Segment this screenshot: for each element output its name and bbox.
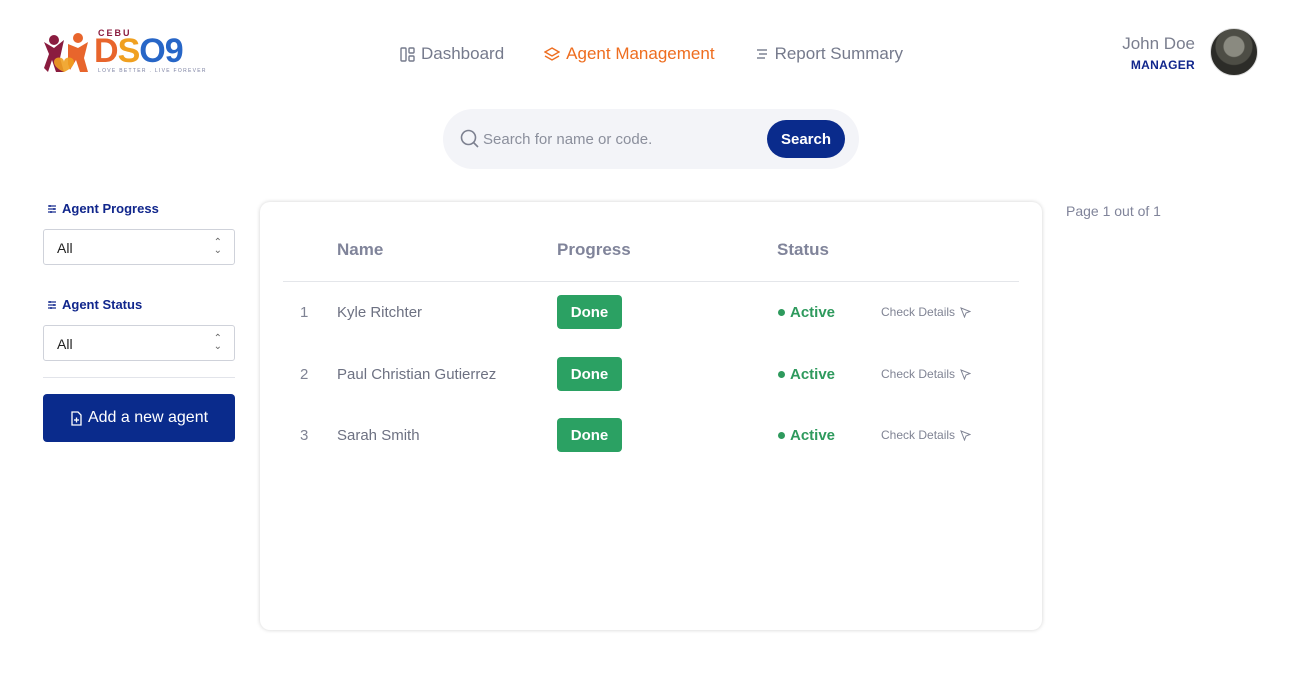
column-header-status[interactable]: Status xyxy=(777,240,829,260)
nav-dashboard-label: Dashboard xyxy=(421,44,505,63)
row-number: 3 xyxy=(300,427,309,444)
agent-progress-select[interactable]: All ⌃ ⌄ xyxy=(43,229,235,265)
logo-letter: S xyxy=(117,32,141,70)
agent-status-select[interactable]: All ⌃ ⌄ xyxy=(43,325,235,361)
agent-name: Paul Christian Gutierrez xyxy=(337,366,497,383)
select-chevron-icon: ⌃ ⌄ xyxy=(213,237,222,256)
logo-letter: O xyxy=(139,32,165,70)
check-details-link[interactable]: Check Details xyxy=(881,305,972,319)
sidebar-divider xyxy=(43,377,235,378)
search-icon xyxy=(460,129,479,148)
table-header-divider xyxy=(283,281,1019,282)
status-dot-icon xyxy=(778,432,785,439)
table-row: 2 Paul Christian Gutierrez Done Active C… xyxy=(260,355,1042,395)
dashboard-icon xyxy=(400,46,415,62)
progress-badge: Done xyxy=(557,357,622,391)
table-row: 1 Kyle Ritchter Done Active Check Detail… xyxy=(260,293,1042,333)
pagination-info: Page 1 out of 1 xyxy=(1066,203,1161,219)
layers-icon xyxy=(544,46,561,61)
agent-name: Kyle Ritchter xyxy=(337,304,423,321)
cursor-pointer-icon xyxy=(960,429,972,441)
status-text: Active xyxy=(790,304,836,321)
progress-badge: Done xyxy=(557,295,622,329)
add-file-icon xyxy=(71,410,82,426)
search-button[interactable]: Search xyxy=(767,120,845,158)
progress-badge: Done xyxy=(557,418,622,452)
search-input[interactable] xyxy=(483,125,763,153)
nav-report-summary-label: Report Summary xyxy=(774,44,904,63)
column-header-name[interactable]: Name xyxy=(337,240,383,260)
agents-table-card: Name Progress Status 1 Kyle Ritchter Don… xyxy=(260,202,1042,630)
status-dot-icon xyxy=(778,371,785,378)
check-details-link[interactable]: Check Details xyxy=(881,367,972,381)
add-agent-button[interactable]: Add a new agent xyxy=(43,394,235,442)
status-indicator: Active xyxy=(778,427,835,444)
table-row: 3 Sarah Smith Done Active Check Details xyxy=(260,416,1042,456)
status-indicator: Active xyxy=(778,366,835,383)
agent-status-filter-label: Agent Status xyxy=(47,297,142,312)
nav-agent-management[interactable]: Agent Management xyxy=(544,44,715,64)
column-header-progress[interactable]: Progress xyxy=(557,240,631,260)
agent-progress-filter-label: Agent Progress xyxy=(47,201,159,216)
status-text: Active xyxy=(790,427,836,444)
check-details-label: Check Details xyxy=(881,367,956,381)
filter-icon xyxy=(48,204,56,213)
main-nav: Dashboard Agent Management Report Summar… xyxy=(400,44,903,64)
cursor-pointer-icon xyxy=(960,306,972,318)
list-icon xyxy=(756,49,767,59)
status-dot-icon xyxy=(778,309,785,316)
agent-status-label-text: Agent Status xyxy=(62,297,143,312)
check-details-label: Check Details xyxy=(881,305,956,319)
cursor-pointer-icon xyxy=(960,368,972,380)
nav-dashboard[interactable]: Dashboard xyxy=(400,44,504,64)
user-name: John Doe xyxy=(1122,34,1195,53)
agent-status-selected: All xyxy=(57,336,73,352)
logo-figures-icon xyxy=(44,33,88,72)
check-details-link[interactable]: Check Details xyxy=(881,428,972,442)
avatar[interactable] xyxy=(1210,28,1258,76)
agent-name: Sarah Smith xyxy=(337,427,420,444)
logo-wordmark: DSO9 xyxy=(94,32,184,71)
logo-tagline: LOVE BETTER . LIVE FOREVER xyxy=(98,68,207,74)
user-info: John Doe MANAGER xyxy=(1122,34,1195,72)
row-number: 2 xyxy=(300,366,309,383)
filter-icon xyxy=(48,300,56,309)
search-bar: Search xyxy=(443,109,859,169)
agent-progress-selected: All xyxy=(57,240,73,256)
row-number: 1 xyxy=(300,304,309,321)
status-text: Active xyxy=(790,366,836,383)
status-indicator: Active xyxy=(778,304,835,321)
check-details-label: Check Details xyxy=(881,428,956,442)
brand-logo[interactable]: CEBU DSO9 LOVE BETTER . LIVE FOREVER xyxy=(42,28,207,78)
select-chevron-icon: ⌃ ⌄ xyxy=(213,333,222,352)
nav-agent-management-label: Agent Management xyxy=(566,44,715,63)
logo-letter: 9 xyxy=(164,32,184,70)
logo-letter: D xyxy=(94,32,119,70)
nav-report-summary[interactable]: Report Summary xyxy=(755,44,903,64)
agent-progress-label-text: Agent Progress xyxy=(62,201,159,216)
user-role: MANAGER xyxy=(1130,58,1195,72)
add-agent-label: Add a new agent xyxy=(87,409,209,426)
